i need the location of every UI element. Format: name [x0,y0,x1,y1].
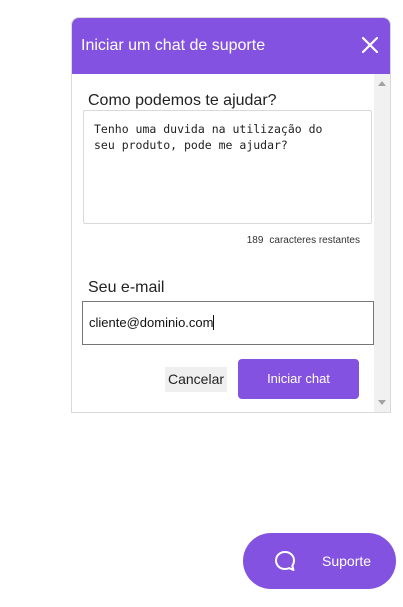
text-caret [213,315,215,330]
chat-header: Iniciar um chat de suporte [72,18,390,74]
chat-bubble-icon [275,551,295,571]
char-counter: 189 caracteres restantes [247,235,360,246]
message-textarea[interactable]: Tenho uma duvida na utilização do seu pr… [83,110,372,224]
email-label: Seu e-mail [88,279,165,296]
chat-window: Iniciar um chat de suporte Como podemos … [71,17,391,413]
scroll-down-arrow-icon[interactable] [378,400,386,405]
start-chat-button[interactable]: Iniciar chat [238,359,359,399]
email-value: cliente@dominio.com [89,315,214,330]
email-field[interactable]: cliente@dominio.com [82,301,374,345]
chat-form: Como podemos te ajudar? Tenho uma duvida… [72,74,374,412]
support-launcher-button[interactable]: Suporte [243,533,396,589]
chars-remaining-count: 189 [246,235,264,246]
help-label: Como podemos te ajudar? [88,92,277,109]
close-icon[interactable] [361,36,379,54]
chat-title: Iniciar um chat de suporte [81,37,266,54]
scrollbar[interactable] [374,74,390,412]
chars-remaining-label: caracteres restantes [269,235,360,246]
cancel-button[interactable]: Cancelar [165,367,227,392]
support-label: Suporte [322,553,372,569]
scroll-up-arrow-icon[interactable] [378,81,386,86]
